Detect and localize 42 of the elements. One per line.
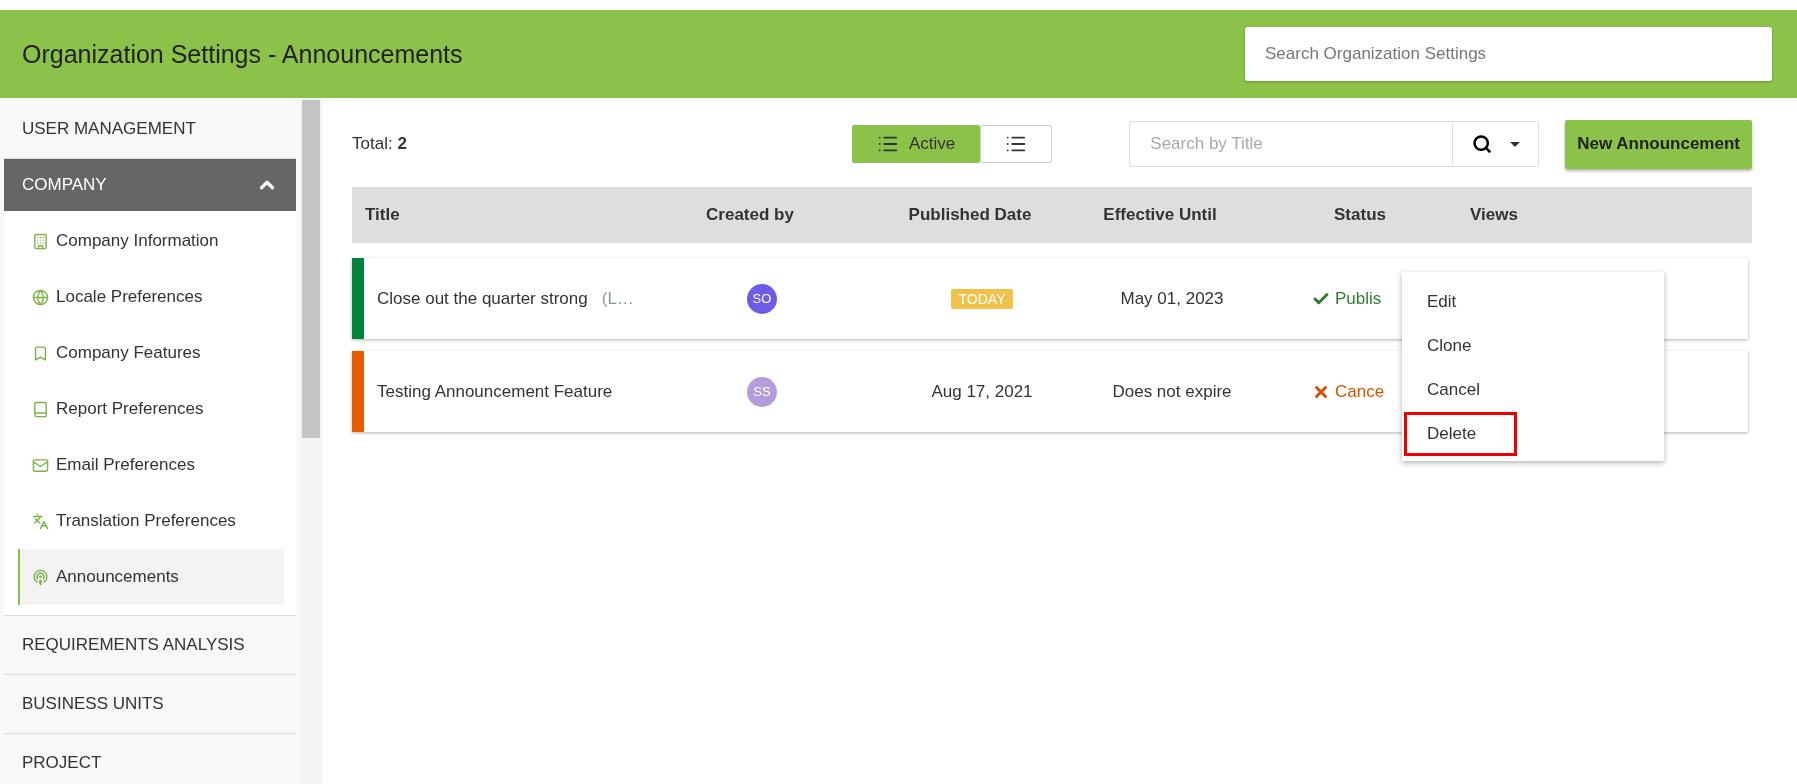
column-header: Title [365, 205, 400, 225]
menu-item[interactable]: Delete [1404, 412, 1517, 456]
total-count: Total: 2 [352, 134, 408, 154]
today-badge: TODAY [950, 288, 1014, 309]
sidebar-item[interactable]: Company Features [18, 325, 284, 381]
new-announcement-button[interactable]: New Announcement [1565, 119, 1752, 169]
sidebar-item[interactable]: Company Information [18, 213, 284, 269]
sidebar-item[interactable]: Locale Preferences [18, 269, 284, 325]
scrollbar[interactable] [302, 100, 320, 438]
column-header: Published Date [908, 205, 1032, 225]
avatar: SS [747, 376, 777, 407]
sidebar-section[interactable]: REQUIREMENTS ANALYSIS [4, 616, 296, 675]
sidebar-item[interactable]: Email Preferences [18, 437, 284, 493]
column-header: Effective Until [1103, 205, 1217, 225]
sidebar-item[interactable]: Announcements [18, 549, 284, 605]
status-label: Cance [1312, 381, 1385, 402]
announcement-title: Close out the quarter strong [377, 288, 588, 309]
menu-item[interactable]: Cancel [1404, 368, 1664, 412]
sidebar-item[interactable]: Translation Preferences [18, 493, 284, 549]
search-button[interactable] [1453, 121, 1540, 167]
sidebar-section[interactable]: PROJECT [4, 734, 296, 784]
search-field[interactable]: Search Organization Settings [1245, 27, 1772, 81]
status-label: Publis [1312, 288, 1382, 309]
caret-icon [1509, 141, 1520, 147]
published-date: Aug 17, 2021 [931, 381, 1033, 402]
page-title: Organization Settings - Announcements [22, 39, 463, 69]
column-header: Views [1470, 205, 1518, 225]
view-toggle[interactable] [980, 125, 1053, 163]
sidebar-section[interactable]: COMPANY [4, 159, 296, 211]
sidebar-section[interactable]: BUSINESS UNITS [4, 675, 296, 734]
title-search-field[interactable]: Search by Title [1129, 121, 1454, 167]
column-header: Created by [706, 205, 794, 225]
search-icon [1471, 134, 1492, 154]
announcement-title: Testing Announcement Feature [377, 381, 613, 402]
avatar: SO [747, 283, 777, 314]
effective-date: Does not expire [1112, 381, 1232, 402]
view-toggle[interactable]: Active [852, 125, 981, 163]
title-note: (L… [601, 288, 634, 309]
effective-date: May 01, 2023 [1120, 288, 1224, 309]
sidebar-item[interactable]: Report Preferences [18, 381, 284, 437]
column-header: Status [1334, 205, 1386, 225]
menu-item[interactable]: Edit [1404, 280, 1664, 324]
